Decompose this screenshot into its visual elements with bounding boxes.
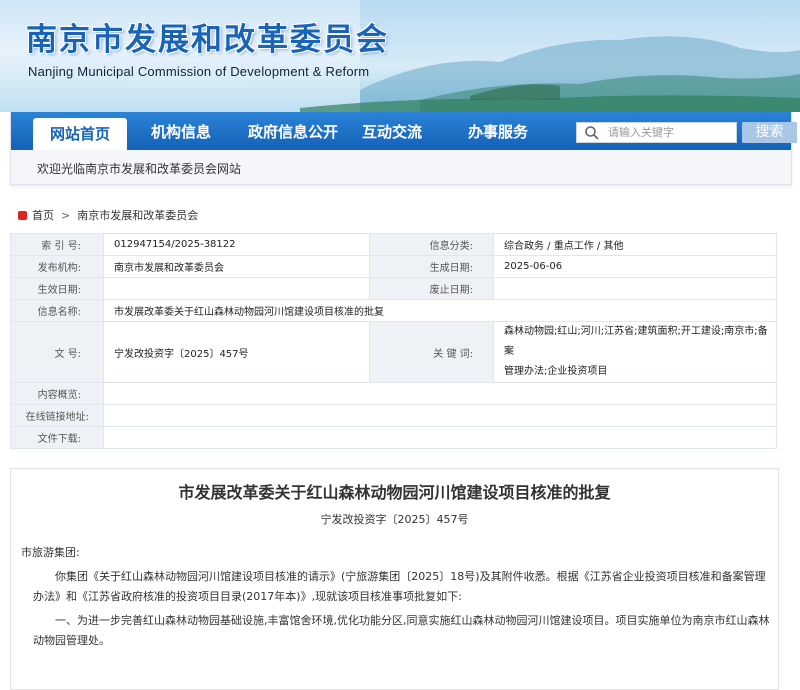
nav-services[interactable]: 办事服务 bbox=[447, 112, 549, 150]
nav-home[interactable]: 网站首页 bbox=[33, 118, 127, 150]
info-table: 索 引 号: 012947154/2025-38122 信息分类: 综合政务 /… bbox=[10, 233, 777, 449]
table-row: 发布机构: 南京市发展和改革委员会 生成日期: 2025-06-06 bbox=[10, 255, 777, 278]
download-value[interactable] bbox=[103, 426, 777, 449]
gen-date-value: 2025-06-06 bbox=[493, 255, 777, 278]
keywords-line: 森林动物园;红山;河川;江苏省;建筑面积;开工建设;南京市;备案 bbox=[504, 326, 768, 357]
article: 市发展改革委关于红山森林动物园河川馆建设项目核准的批复 宁发改投资字〔2025〕… bbox=[10, 468, 779, 690]
gen-date-label: 生成日期: bbox=[369, 255, 494, 278]
breadcrumb: 首页 > 南京市发展和改革委员会 bbox=[18, 209, 198, 223]
summary-value bbox=[103, 382, 777, 405]
category-label: 信息分类: bbox=[369, 233, 494, 256]
table-row: 在线链接地址: bbox=[10, 404, 777, 427]
site-title: 南京市发展和改革委员会 bbox=[26, 22, 389, 58]
eff-date-value bbox=[103, 277, 370, 300]
article-paragraph: 你集团《关于红山森林动物园河川馆建设项目核准的请示》(宁旅游集团〔2025〕18… bbox=[33, 570, 766, 603]
breadcrumb-separator: > bbox=[61, 209, 71, 222]
index-label: 索 引 号: bbox=[10, 233, 104, 256]
table-row: 信息名称: 市发展改革委关于红山森林动物园河川馆建设项目核准的批复 bbox=[10, 299, 777, 322]
article-addressee: 市旅游集团: bbox=[21, 546, 80, 559]
header-banner: 南京市发展和改革委员会 Nanjing Municipal Commission… bbox=[0, 0, 800, 112]
search-button[interactable]: 搜索 bbox=[742, 122, 797, 143]
index-value: 012947154/2025-38122 bbox=[103, 233, 370, 256]
download-label: 文件下载: bbox=[10, 426, 104, 449]
table-row: 文件下载: bbox=[10, 426, 777, 449]
table-row: 生效日期: 废止日期: bbox=[10, 277, 777, 300]
table-row: 文 号: 宁发改投资字〔2025〕457号 关 键 词: 森林动物园;红山;河川… bbox=[10, 321, 777, 383]
welcome-text: 欢迎光临南京市发展和改革委员会网站 bbox=[37, 162, 242, 176]
doc-value: 宁发改投资字〔2025〕457号 bbox=[103, 321, 370, 383]
article-paragraph: 一、为进一步完善红山森林动物园基础设施,丰富馆舍环境,优化功能分区,同意实施红山… bbox=[33, 614, 770, 647]
summary-label: 内容概览: bbox=[10, 382, 104, 405]
search-input[interactable]: 请输入关键字 bbox=[576, 122, 737, 143]
category-value: 综合政务 / 重点工作 / 其他 bbox=[493, 233, 777, 256]
url-label: 在线链接地址: bbox=[10, 404, 104, 427]
doc-label: 文 号: bbox=[10, 321, 104, 383]
org-label: 发布机构: bbox=[10, 255, 104, 278]
keywords-line: 管理办法;企业投资项目 bbox=[504, 366, 608, 377]
nav-gov-info[interactable]: 政府信息公开 bbox=[231, 112, 355, 150]
site-title-en: Nanjing Municipal Commission of Developm… bbox=[28, 64, 370, 79]
abolish-date-value bbox=[493, 277, 777, 300]
keywords-value: 森林动物园;红山;河川;江苏省;建筑面积;开工建设;南京市;备案管理办法;企业投… bbox=[493, 321, 777, 383]
name-value: 市发展改革委关于红山森林动物园河川馆建设项目核准的批复 bbox=[103, 299, 777, 322]
abolish-date-label: 废止日期: bbox=[369, 277, 494, 300]
table-row: 索 引 号: 012947154/2025-38122 信息分类: 综合政务 /… bbox=[10, 233, 777, 256]
url-value[interactable] bbox=[103, 404, 777, 427]
nav-area: 网站首页 机构信息 政府信息公开 互动交流 办事服务 请输入关键字 搜索 欢迎光… bbox=[10, 112, 797, 185]
home-icon bbox=[18, 210, 27, 220]
eff-date-label: 生效日期: bbox=[10, 277, 104, 300]
search-icon bbox=[585, 126, 599, 140]
article-title: 市发展改革委关于红山森林动物园河川馆建设项目核准的批复 bbox=[178, 483, 611, 502]
table-row: 内容概览: bbox=[10, 382, 777, 405]
article-doc-no: 宁发改投资字〔2025〕457号 bbox=[320, 513, 469, 526]
breadcrumb-current[interactable]: 南京市发展和改革委员会 bbox=[77, 209, 198, 222]
nav-interaction[interactable]: 互动交流 bbox=[347, 112, 437, 150]
breadcrumb-home[interactable]: 首页 bbox=[32, 209, 54, 222]
keywords-label: 关 键 词: bbox=[369, 321, 494, 383]
article-body: 市旅游集团: 你集团《关于红山森林动物园河川馆建设项目核准的请示》(宁旅游集团〔… bbox=[21, 543, 773, 655]
name-label: 信息名称: bbox=[10, 299, 104, 322]
main-nav: 网站首页 机构信息 政府信息公开 互动交流 办事服务 请输入关键字 搜索 bbox=[11, 112, 797, 150]
org-value: 南京市发展和改革委员会 bbox=[103, 255, 370, 278]
nav-org-info[interactable]: 机构信息 bbox=[139, 112, 223, 150]
